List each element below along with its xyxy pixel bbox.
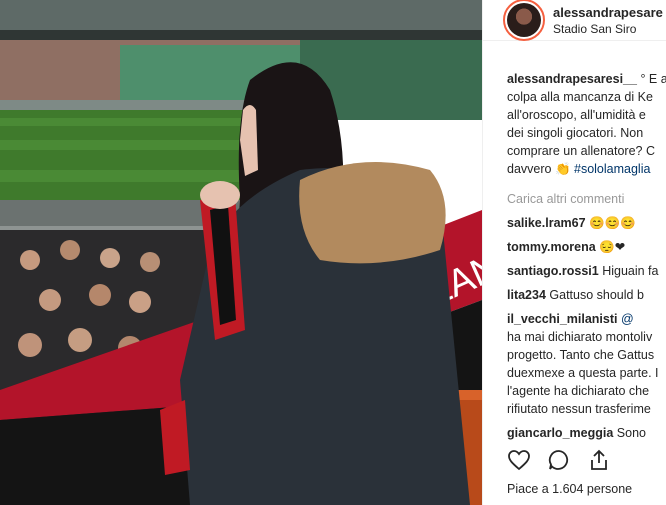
comment-emoji: 😊😊😊 — [589, 216, 636, 230]
comment-row: giancarlo_meggia Sono — [507, 424, 666, 442]
caption-author[interactable]: alessandrapesaresi__ — [507, 72, 637, 86]
comment-row: lita234 Gattuso should b — [507, 286, 666, 304]
avatar[interactable] — [503, 0, 545, 41]
caption-line-0: ° E a — [640, 72, 666, 86]
post-username[interactable]: alessandrapesare — [553, 5, 663, 20]
caption-line-5: davvero — [507, 162, 552, 176]
comment-row: tommy.morena 😔❤ — [507, 238, 666, 256]
comment-emoji: 😔❤ — [599, 240, 626, 254]
long-comment-line-2: duexmexe a questa parte. I — [507, 366, 659, 380]
comment-row: santiago.rossi1 Higuain fa — [507, 262, 666, 280]
post-location[interactable]: Stadio San Siro — [553, 22, 663, 36]
likes-count[interactable]: Piace a 1.604 persone — [507, 482, 632, 496]
stadium-photo: CMILAN — [0, 0, 482, 505]
comment-user[interactable]: giancarlo_meggia — [507, 426, 613, 440]
comment-user[interactable]: lita234 — [507, 288, 546, 302]
comment-text: Higuain fa — [602, 264, 659, 278]
caption-hashtag[interactable]: #sololamaglia — [574, 162, 650, 176]
long-comment-line-1: progetto. Tanto che Gattus — [507, 348, 655, 362]
caption-line-1: colpa alla mancanza di Ke — [507, 90, 653, 104]
comment-text: Sono — [616, 426, 646, 440]
post-header: alessandrapesare Stadio San Siro — [483, 0, 666, 41]
long-comment-line-4: rifiutato nessun trasferime — [507, 402, 651, 416]
comment-user[interactable]: santiago.rossi1 — [507, 264, 599, 278]
comments-list: alessandrapesaresi__ ° E a colpa alla ma… — [507, 70, 666, 442]
long-comment-line-3: l'agente ha dichiarato che — [507, 384, 650, 398]
comment-user[interactable]: salike.lra — [507, 216, 561, 230]
comment-user[interactable]: il_vecchi_milanisti — [507, 312, 617, 326]
comment-mention[interactable]: @ — [621, 312, 634, 326]
comment-row: il_vecchi_milanisti @ — [507, 310, 666, 328]
heart-icon[interactable] — [507, 448, 531, 472]
load-more-comments[interactable]: Carica altri commenti — [507, 190, 666, 208]
comment-text: m67 — [560, 216, 586, 230]
post-actions — [507, 448, 611, 472]
share-icon[interactable] — [587, 448, 611, 472]
post-photo[interactable]: CMILAN — [0, 0, 482, 505]
caption-first-line: alessandrapesaresi__ ° E a — [507, 70, 666, 88]
comment-icon[interactable] — [547, 448, 571, 472]
post-side-panel: alessandrapesare Stadio San Siro alessan… — [482, 0, 666, 505]
long-comment-line-0: ha mai dichiarato montoliv — [507, 330, 653, 344]
caption-line-4: comprare un allenatore? C — [507, 144, 655, 158]
comment-text: Gattuso should b — [549, 288, 644, 302]
caption-line-2: all'oroscopo, all'umidità e — [507, 108, 646, 122]
caption-last-line: davvero 👏 #sololamaglia — [507, 162, 651, 176]
comment-row: salike.lram67 😊😊😊 — [507, 214, 666, 232]
comment-user[interactable]: tommy.morena — [507, 240, 596, 254]
caption-line-3: dei singoli giocatori. Non — [507, 126, 644, 140]
